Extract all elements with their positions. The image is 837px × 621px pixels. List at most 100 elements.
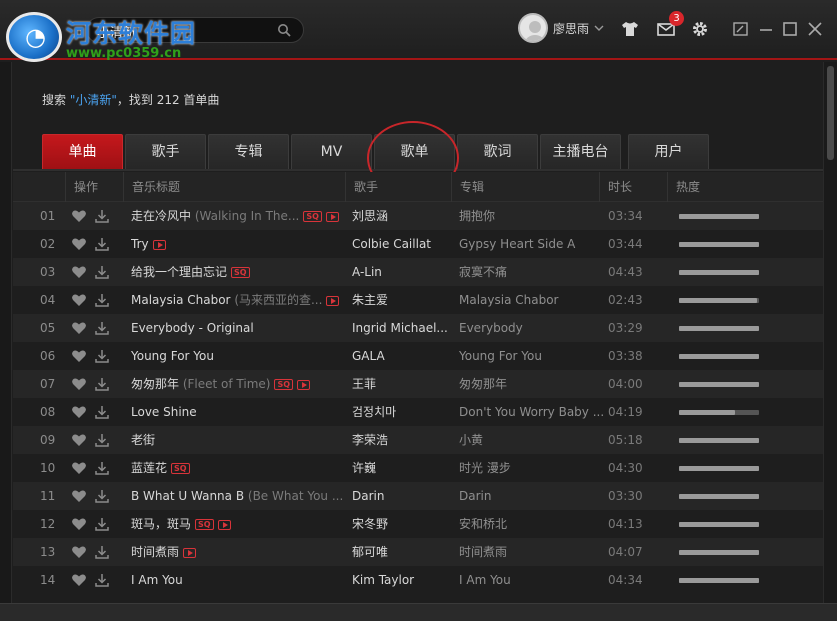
column-artist[interactable]: 歌手 (345, 172, 451, 202)
track-title-cell[interactable]: 匆匆那年 (Fleet of Time) SQ (131, 370, 347, 398)
table-row[interactable]: 02 Try Colbie Caillat Gypsy Heart Side A 03:… (13, 230, 823, 258)
column-album[interactable]: 专辑 (451, 172, 599, 202)
heart-icon[interactable] (71, 405, 87, 419)
track-title-cell[interactable]: 给我一个理由忘记 SQ (131, 258, 347, 286)
track-album[interactable]: 匆匆那年 (459, 370, 604, 398)
table-row[interactable]: 05 Everybody - Original Ingrid Michael... E… (13, 314, 823, 342)
download-icon[interactable] (95, 265, 109, 279)
track-album[interactable]: 寂寞不痛 (459, 258, 604, 286)
heart-icon[interactable] (71, 489, 87, 503)
download-icon[interactable] (95, 209, 109, 223)
gear-icon[interactable] (690, 19, 710, 39)
track-title[interactable]: 蓝莲花 (131, 461, 167, 475)
track-artist[interactable]: 검정치마 (352, 398, 452, 426)
column-duration[interactable]: 时长 (599, 172, 667, 202)
close-icon[interactable] (805, 19, 825, 39)
track-artist[interactable]: 李荣浩 (352, 426, 452, 454)
chevron-down-icon[interactable] (594, 24, 604, 32)
track-album[interactable]: I Am You (459, 566, 604, 594)
track-title-cell[interactable]: 时间煮雨 (131, 538, 347, 566)
track-album[interactable]: Malaysia Chabor (459, 286, 604, 314)
track-album[interactable]: Gypsy Heart Side A (459, 230, 604, 258)
track-title[interactable]: Young For You (131, 349, 214, 363)
track-album[interactable]: Darin (459, 482, 604, 510)
heart-icon[interactable] (71, 573, 87, 587)
track-title[interactable]: 斑马，斑马 (131, 517, 191, 531)
table-row[interactable]: 07 匆匆那年 (Fleet of Time) SQ 王菲 匆匆那年 04:00 (13, 370, 823, 398)
table-row[interactable]: 11 B What U Wanna B (Be What You ... Darin… (13, 482, 823, 510)
track-artist[interactable]: 王菲 (352, 370, 452, 398)
track-artist[interactable]: Colbie Caillat (352, 230, 452, 258)
table-row[interactable]: 01 走在冷风中 (Walking In The... SQ 刘思涵 拥抱你 03:34 (13, 202, 823, 230)
mv-play-icon[interactable] (326, 295, 340, 306)
track-album[interactable]: 拥抱你 (459, 202, 604, 230)
table-row[interactable]: 14 I Am You Kim Taylor I Am You 04:34 (13, 566, 823, 594)
track-title[interactable]: 匆匆那年 (131, 377, 179, 391)
heart-icon[interactable] (71, 209, 87, 223)
scroll-thumb[interactable] (827, 66, 834, 160)
track-title[interactable]: Love Shine (131, 405, 197, 419)
column-title[interactable]: 音乐标题 (123, 172, 345, 202)
track-title-cell[interactable]: Try (131, 230, 347, 258)
heart-icon[interactable] (71, 265, 87, 279)
track-title-cell[interactable]: Malaysia Chabor (马来西亚的查... (131, 286, 347, 314)
track-artist[interactable]: 朱主爱 (352, 286, 452, 314)
track-album[interactable]: 小黄 (459, 426, 604, 454)
download-icon[interactable] (95, 377, 109, 391)
heart-icon[interactable] (71, 237, 87, 251)
tab-lyrics[interactable]: 歌词 (457, 134, 538, 170)
mv-play-icon[interactable] (325, 211, 339, 222)
scrollbar[interactable] (823, 62, 837, 603)
avatar[interactable] (518, 13, 548, 43)
track-album[interactable]: 安和桥北 (459, 510, 604, 538)
download-icon[interactable] (95, 573, 109, 587)
track-artist[interactable]: Ingrid Michael... (352, 314, 452, 342)
table-row[interactable]: 08 Love Shine 검정치마 Don't You Worry Baby ...… (13, 398, 823, 426)
track-album[interactable]: 时光 漫步 (459, 454, 604, 482)
track-title[interactable]: Try (131, 237, 149, 251)
download-icon[interactable] (95, 321, 109, 335)
track-title[interactable]: 给我一个理由忘记 (131, 265, 227, 279)
table-row[interactable]: 10 蓝莲花 SQ 许巍 时光 漫步 04:30 (13, 454, 823, 482)
track-artist[interactable]: 刘思涵 (352, 202, 452, 230)
maximize-icon[interactable] (780, 19, 800, 39)
track-title-cell[interactable]: 斑马，斑马 SQ (131, 510, 347, 538)
heart-icon[interactable] (71, 321, 87, 335)
heart-icon[interactable] (71, 433, 87, 447)
username[interactable]: 廖思雨 (553, 20, 589, 37)
track-title-cell[interactable]: 走在冷风中 (Walking In The... SQ (131, 202, 347, 230)
tab-albums[interactable]: 专辑 (208, 134, 289, 170)
tshirt-icon[interactable] (620, 19, 640, 39)
heart-icon[interactable] (71, 545, 87, 559)
track-title-cell[interactable]: 老街 (131, 426, 347, 454)
table-row[interactable]: 13 时间煮雨 郁可唯 时间煮雨 04:07 (13, 538, 823, 566)
track-artist[interactable]: 宋冬野 (352, 510, 452, 538)
table-row[interactable]: 04 Malaysia Chabor (马来西亚的查... 朱主爱 Malaysia … (13, 286, 823, 314)
track-title[interactable]: 老街 (131, 433, 155, 447)
track-title[interactable]: 走在冷风中 (131, 209, 191, 223)
search-icon[interactable] (277, 23, 291, 37)
tab-artists[interactable]: 歌手 (125, 134, 206, 170)
download-icon[interactable] (95, 461, 109, 475)
tab-mv[interactable]: MV (291, 134, 372, 170)
heart-icon[interactable] (71, 461, 87, 475)
heart-icon[interactable] (71, 349, 87, 363)
track-artist[interactable]: Darin (352, 482, 452, 510)
track-title[interactable]: Everybody - Original (131, 321, 254, 335)
minimize-icon[interactable] (756, 19, 776, 39)
track-title-cell[interactable]: I Am You (131, 566, 347, 594)
download-icon[interactable] (95, 517, 109, 531)
download-icon[interactable] (95, 545, 109, 559)
track-title[interactable]: I Am You (131, 573, 183, 587)
table-row[interactable]: 12 斑马，斑马 SQ 宋冬野 安和桥北 04:13 (13, 510, 823, 538)
heart-icon[interactable] (71, 517, 87, 531)
track-title-cell[interactable]: 蓝莲花 SQ (131, 454, 347, 482)
track-album[interactable]: Young For You (459, 342, 604, 370)
download-icon[interactable] (95, 237, 109, 251)
track-album[interactable]: Don't You Worry Baby ... (459, 398, 604, 426)
download-icon[interactable] (95, 293, 109, 307)
column-heat[interactable]: 热度 (667, 172, 823, 202)
tab-users[interactable]: 用户 (628, 134, 709, 170)
track-title-cell[interactable]: B What U Wanna B (Be What You ... (131, 482, 347, 510)
download-icon[interactable] (95, 349, 109, 363)
